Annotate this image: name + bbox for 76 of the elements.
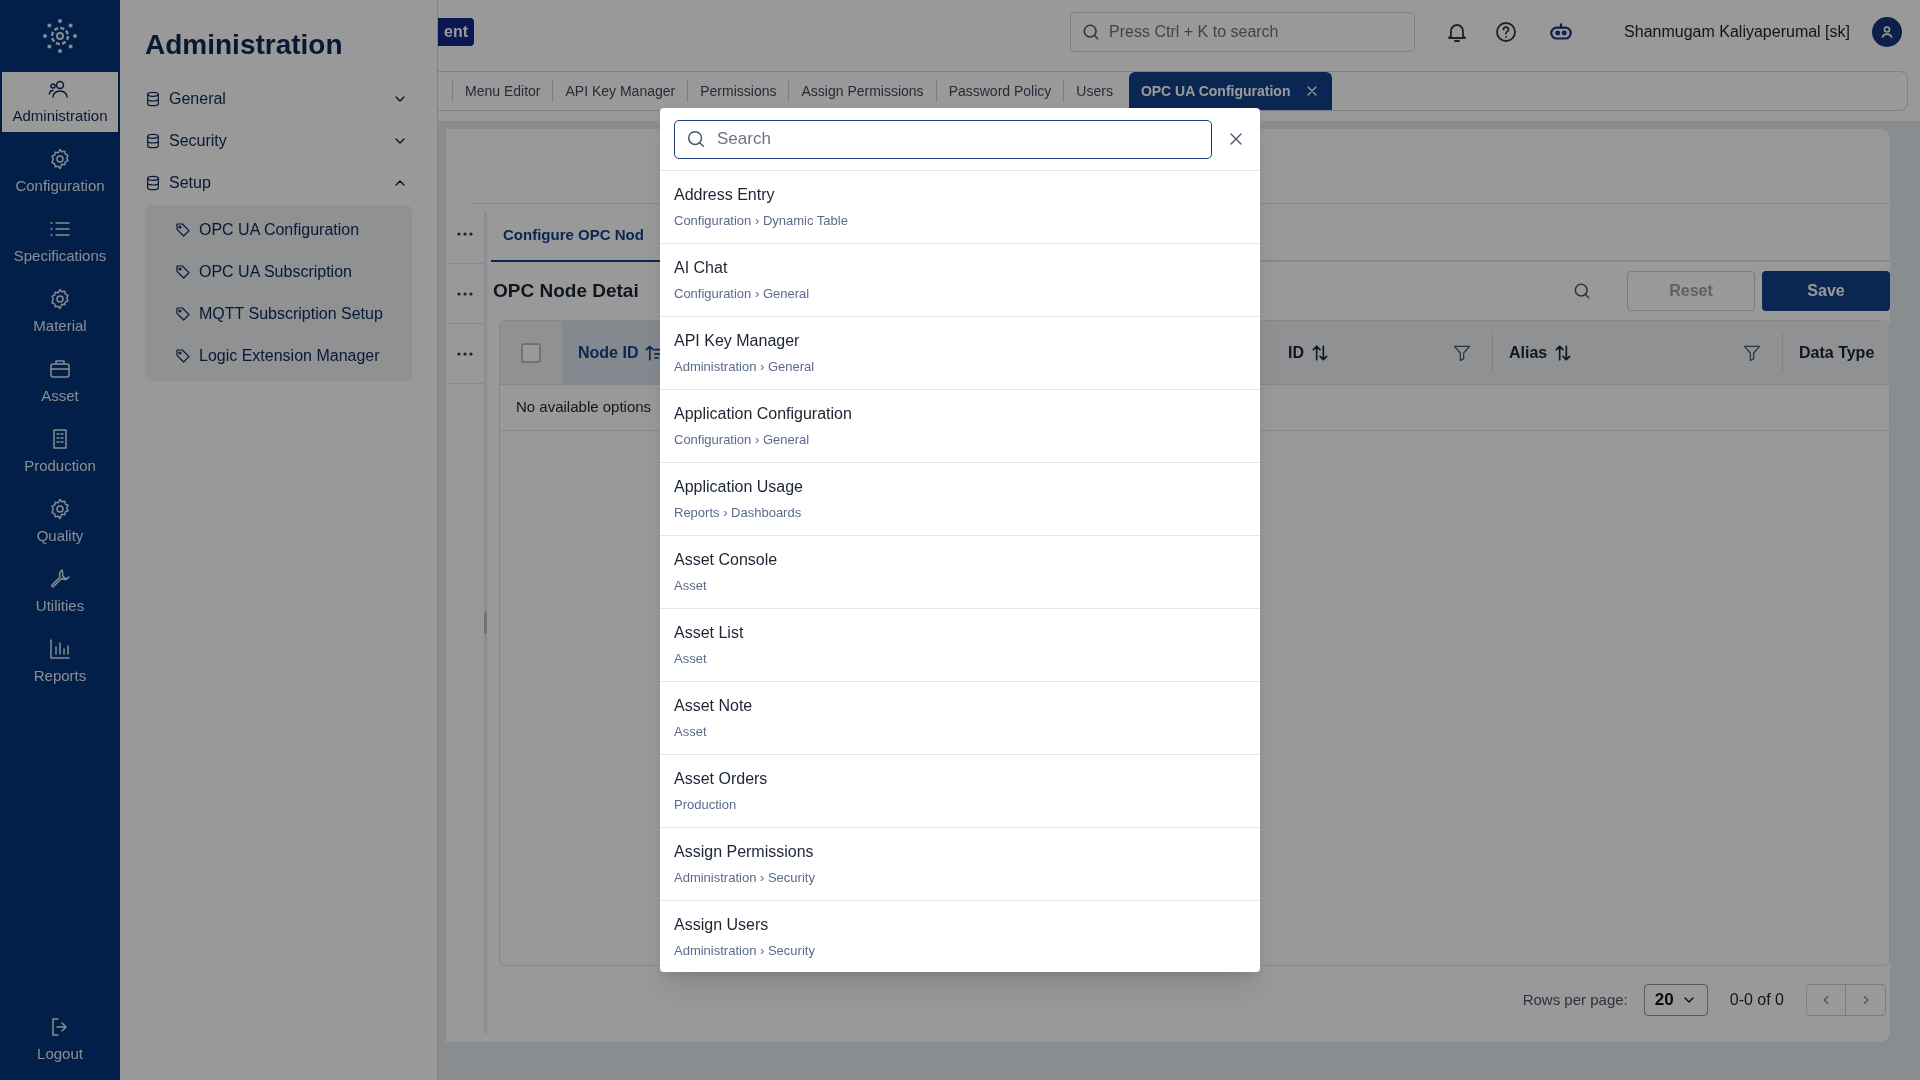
bar-chart-icon — [48, 636, 72, 661]
tab[interactable]: Menu Editor — [452, 80, 553, 102]
column-label: Data Type — [1799, 342, 1875, 363]
rows-per-page-select[interactable]: 20 — [1643, 984, 1708, 1016]
column-label: Node ID — [578, 342, 639, 363]
tab[interactable]: Assign Permissions — [788, 80, 936, 102]
search-result[interactable]: API Key Manager Administration › General — [660, 317, 1260, 390]
submenu-item[interactable]: Logic Extension Manager — [145, 335, 412, 377]
nav-item[interactable]: Material — [2, 282, 118, 342]
submenu-item[interactable]: MQTT Subscription Setup — [145, 293, 412, 335]
tag-icon — [175, 306, 191, 322]
database-icon — [145, 91, 161, 107]
save-button[interactable]: Save — [1762, 271, 1890, 311]
search-result[interactable]: Assign Permissions Administration › Security — [660, 828, 1260, 901]
resize-handle[interactable] — [484, 612, 487, 634]
wrench-icon — [48, 566, 72, 591]
column-label: ID — [1288, 342, 1304, 363]
empty-message: No available options — [516, 397, 652, 418]
more-options-icon[interactable] — [456, 230, 474, 237]
tab[interactable]: Password Policy — [935, 80, 1064, 102]
nav-item[interactable]: Reports — [2, 632, 118, 692]
search-result[interactable]: AI Chat Configuration › General — [660, 244, 1260, 317]
logo-icon — [42, 18, 78, 54]
nav-item[interactable]: Configuration — [2, 142, 118, 202]
column-header[interactable]: Alias — [1492, 333, 1782, 372]
tab[interactable]: Permissions — [687, 80, 789, 102]
sort-icon[interactable] — [1310, 342, 1330, 363]
tag-icon — [175, 222, 191, 238]
select-all-checkbox[interactable] — [521, 342, 541, 363]
nav-item[interactable]: Production — [2, 422, 118, 482]
search-icon[interactable] — [1572, 281, 1592, 301]
submenu-item[interactable]: OPC UA Subscription — [145, 251, 412, 293]
database-icon — [145, 175, 161, 191]
user-name: Shanmugam Kaliyaperumal [sk] — [1624, 22, 1850, 42]
gear-icon — [48, 496, 72, 521]
column-header[interactable]: Data Type — [1782, 333, 1889, 372]
search-result[interactable]: Application Configuration Configuration › General — [660, 390, 1260, 463]
tab[interactable]: Users — [1063, 80, 1125, 102]
tab[interactable]: OPC UA Configuration — [1128, 72, 1333, 110]
nav-item[interactable]: Specifications — [2, 212, 118, 272]
tab[interactable]: API Key Manager — [552, 80, 688, 102]
search-result[interactable]: Address Entry Configuration › Dynamic Table — [660, 171, 1260, 244]
menu-group[interactable]: General — [145, 78, 412, 120]
search-field[interactable]: Search — [674, 119, 1212, 159]
search-result[interactable]: Application Usage Reports › Dashboards — [660, 463, 1260, 536]
search-result[interactable]: Asset Orders Production — [660, 755, 1260, 828]
tag-icon — [175, 264, 191, 280]
gear-icon — [48, 146, 72, 171]
nav-item[interactable]: Administration — [2, 72, 118, 132]
gear-icon — [48, 286, 72, 311]
nav-item[interactable]: Utilities — [2, 562, 118, 622]
logout-button[interactable]: Logout — [2, 1010, 118, 1070]
database-icon — [145, 133, 161, 149]
section-heading: OPC Node Detai — [493, 278, 639, 303]
global-search-field[interactable]: Press Ctrl + K to search — [1109, 20, 1405, 44]
search-result[interactable]: Asset Note Asset — [660, 682, 1260, 755]
page-range: 0-0 of 0 — [1729, 990, 1784, 1010]
menu-group[interactable]: Setup — [145, 162, 412, 204]
search-result[interactable]: Asset Console Asset — [660, 536, 1260, 609]
rows-per-page-label: Rows per page: — [1522, 989, 1628, 1010]
more-options-icon[interactable] — [456, 290, 474, 297]
panel-title: Administration — [145, 28, 344, 62]
menu-group[interactable]: Security — [145, 120, 412, 162]
search-icon — [685, 128, 707, 150]
nav-item[interactable]: Asset — [2, 352, 118, 412]
column-label: Alias — [1509, 342, 1548, 363]
tag-icon — [175, 348, 191, 364]
more-options-icon[interactable] — [456, 350, 474, 357]
help-icon[interactable] — [1494, 20, 1519, 44]
global-search-field[interactable]: Press Ctrl + K to search — [1070, 12, 1416, 52]
search-result[interactable]: Asset List Asset — [660, 609, 1260, 682]
nav-item[interactable]: Quality — [2, 492, 118, 552]
title-badge: ent — [438, 18, 474, 46]
search-field[interactable]: Search — [717, 126, 1201, 152]
submenu-item[interactable]: OPC UA Configuration — [145, 209, 412, 251]
search-result[interactable]: Assign Users Administration › Security — [660, 901, 1260, 972]
